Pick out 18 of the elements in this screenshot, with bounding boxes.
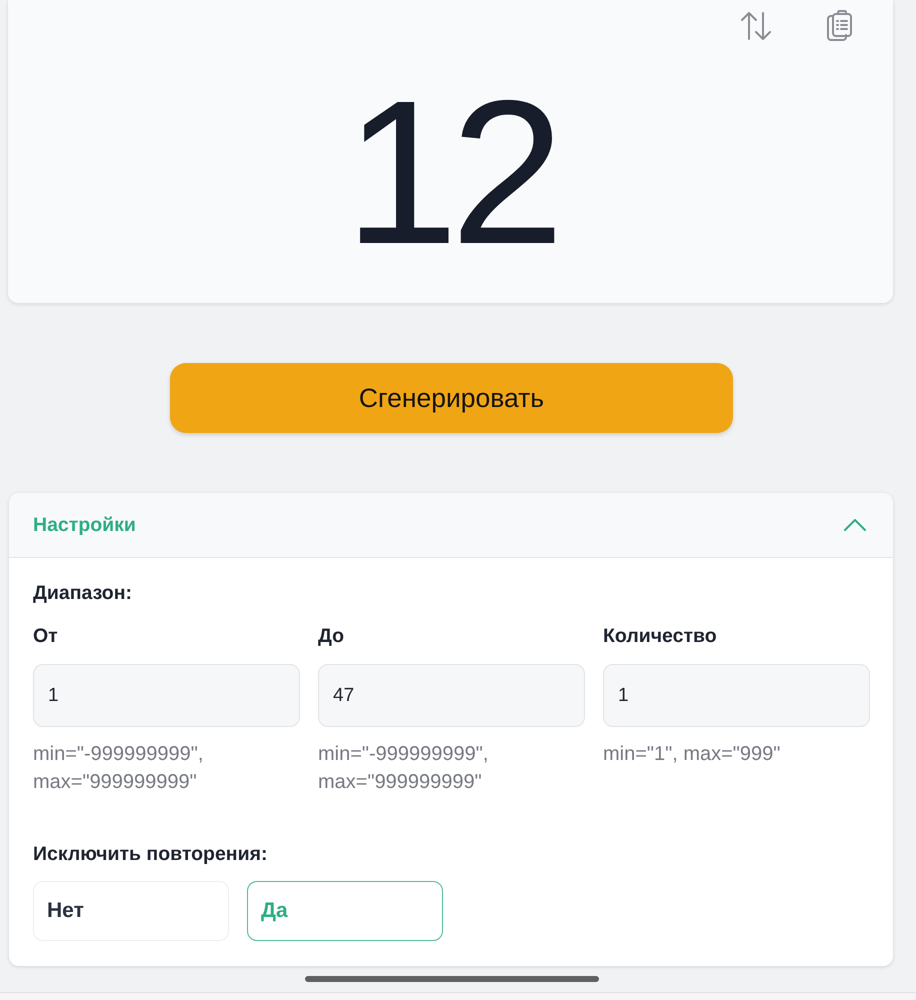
field-hint: min="1", max="999" <box>603 742 782 767</box>
number-input-field[interactable]: 1 <box>603 664 870 727</box>
field-hint: min="-999999999", max="999999999" <box>33 742 204 795</box>
number-input-field[interactable]: 47 <box>318 664 585 727</box>
swap-arrows-icon[interactable] <box>740 11 772 41</box>
exclude-repeats-label: Исключить повторения: <box>33 842 268 866</box>
clipboard-icon[interactable] <box>825 10 853 42</box>
generate-button[interactable]: Сгенерировать <box>170 363 733 433</box>
settings-title: Настройки <box>33 514 136 536</box>
chevron-up-icon[interactable] <box>844 519 866 531</box>
option-button[interactable]: Нет <box>33 881 229 941</box>
field-label: От <box>33 624 59 648</box>
field-label: До <box>318 624 346 648</box>
field-hint: min="-999999999", max="999999999" <box>318 742 490 795</box>
number-input-field[interactable]: 1 <box>33 664 300 727</box>
field-label: Количество <box>603 624 718 648</box>
range-label: Диапазон: <box>33 581 133 605</box>
result-number: 12 <box>343 70 557 275</box>
